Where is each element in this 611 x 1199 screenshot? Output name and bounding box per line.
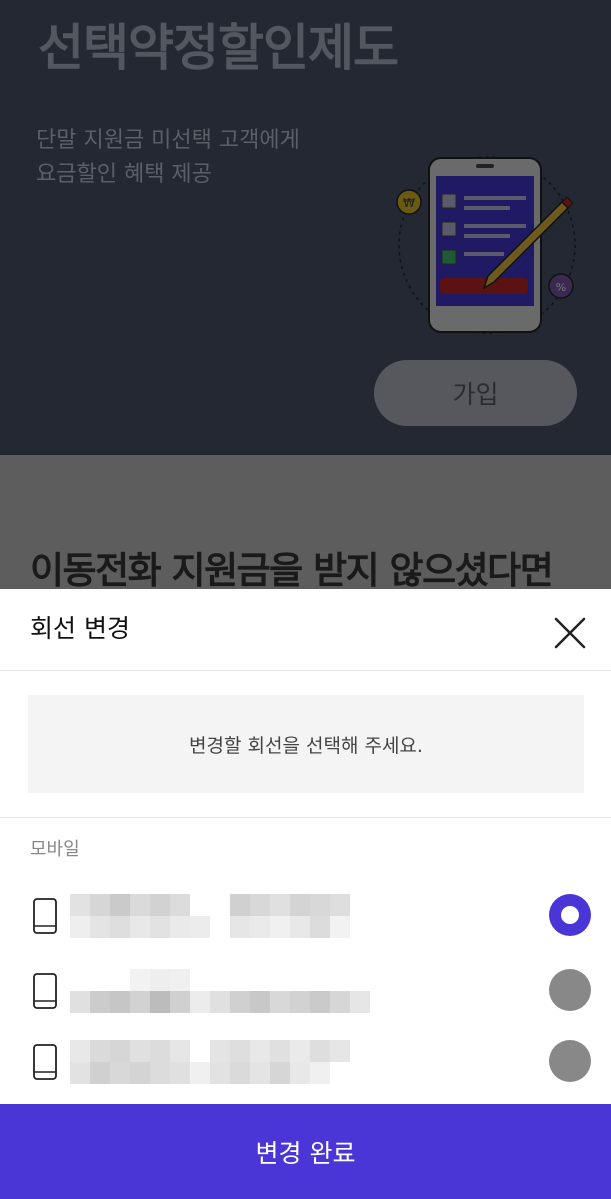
divider bbox=[0, 817, 611, 818]
mobile-phone-icon bbox=[33, 973, 57, 1009]
radio-unselected[interactable] bbox=[549, 1040, 591, 1082]
hero-description: 단말 지원금 미선택 고객에게 요금할인 혜택 제공 bbox=[36, 124, 300, 192]
coin-icon: ₩ bbox=[403, 196, 415, 210]
join-button[interactable]: 가입 bbox=[374, 360, 577, 426]
masked-line-number bbox=[70, 969, 390, 1013]
line-item[interactable] bbox=[0, 961, 611, 1025]
line-item[interactable] bbox=[0, 886, 611, 950]
masked-line-number bbox=[70, 894, 390, 938]
radio-unselected[interactable] bbox=[549, 969, 591, 1011]
mobile-phone-icon bbox=[33, 898, 57, 934]
line-change-sheet: 회선 변경 변경할 회선을 선택해 주세요. 모바일 변경 완료 bbox=[0, 589, 611, 1199]
section-label-mobile: 모바일 bbox=[30, 839, 80, 860]
divider bbox=[0, 670, 611, 671]
confirm-change-button[interactable]: 변경 완료 bbox=[0, 1104, 611, 1199]
background-hero: 선택약정할인제도 단말 지원금 미선택 고객에게 요금할인 혜택 제공 ₩ % … bbox=[0, 0, 611, 455]
close-icon[interactable] bbox=[548, 611, 592, 655]
section-heading: 이동전화 지원금을 받지 않으셨다면 bbox=[30, 549, 554, 592]
hero-description-line2: 요금할인 혜택 제공 bbox=[36, 162, 212, 187]
radio-selected[interactable] bbox=[549, 894, 591, 936]
phone-contract-illustration: ₩ % bbox=[396, 156, 576, 334]
mobile-phone-icon bbox=[33, 1044, 57, 1080]
hero-title: 선택약정할인제도 bbox=[38, 19, 399, 77]
line-item[interactable] bbox=[0, 1032, 611, 1096]
hero-description-line1: 단말 지원금 미선택 고객에게 bbox=[36, 128, 300, 153]
percent-icon: % bbox=[556, 281, 566, 294]
sheet-title: 회선 변경 bbox=[30, 614, 130, 643]
masked-line-number bbox=[70, 1040, 390, 1084]
notice-box: 변경할 회선을 선택해 주세요. bbox=[28, 695, 584, 793]
